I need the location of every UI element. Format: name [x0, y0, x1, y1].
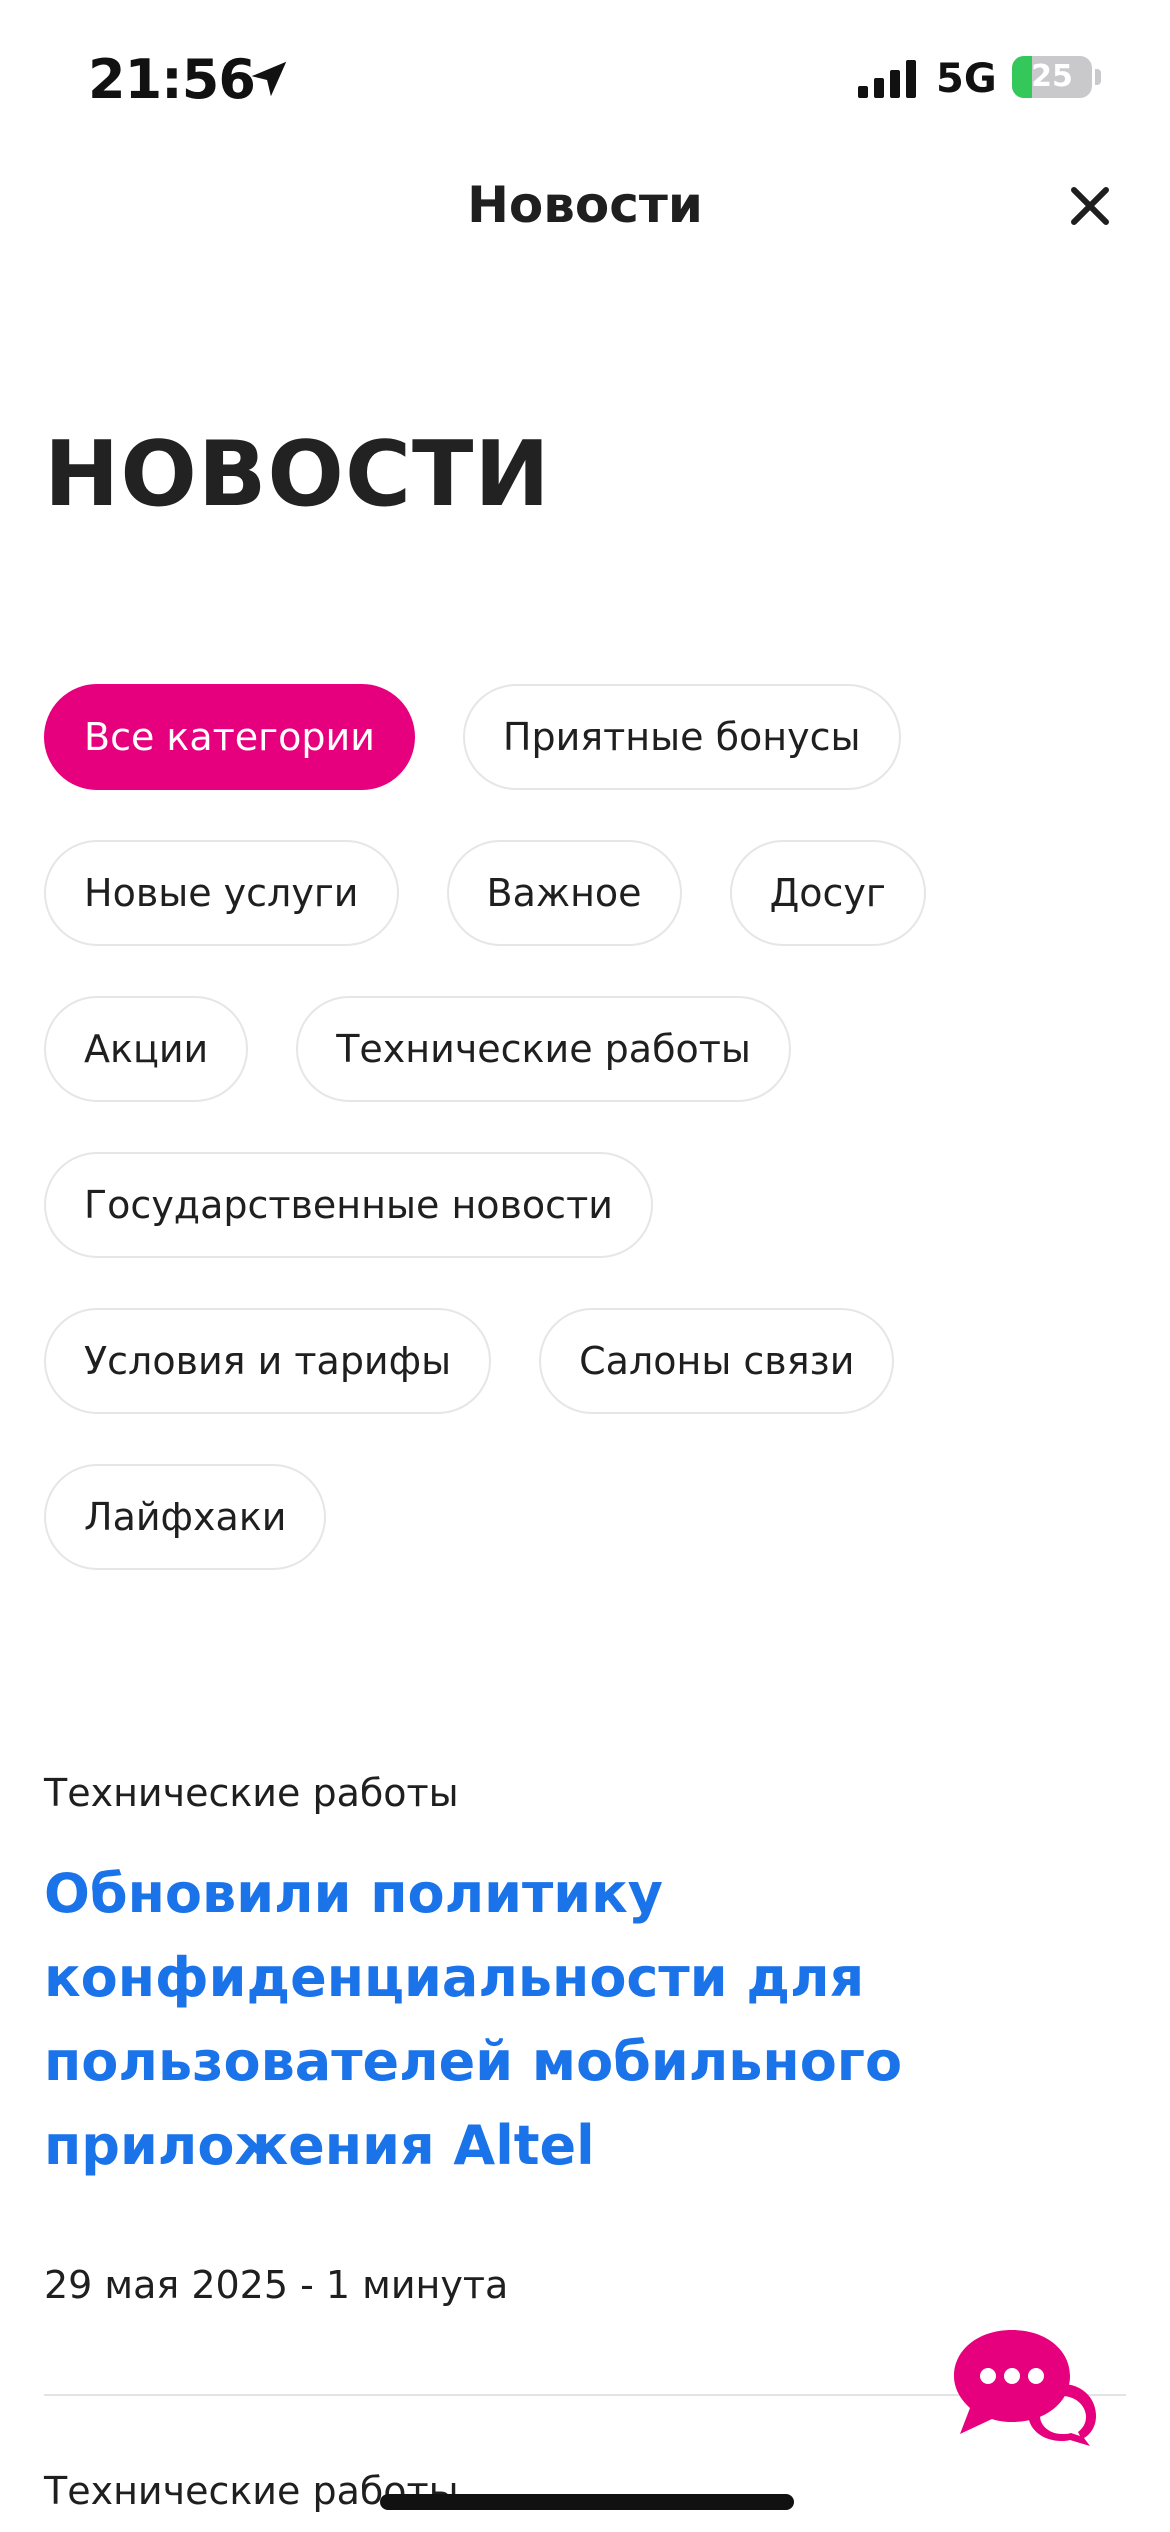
- category-filters: Все категории Приятные бонусы Новые услу…: [44, 684, 1124, 1570]
- home-indicator[interactable]: [380, 2494, 794, 2510]
- category-chip[interactable]: Условия и тарифы: [44, 1308, 492, 1414]
- news-category: Технические работы: [44, 1771, 459, 1815]
- location-arrow-icon: [251, 61, 287, 97]
- category-chip[interactable]: Все категории: [44, 684, 415, 790]
- category-chip[interactable]: Важное: [446, 840, 682, 946]
- category-chip[interactable]: Акции: [44, 996, 249, 1102]
- status-time: 21:56: [88, 48, 256, 111]
- category-chip[interactable]: Новые услуги: [44, 840, 399, 946]
- status-bar: 21:56 5G 25: [0, 0, 1170, 150]
- close-icon[interactable]: [1060, 176, 1120, 236]
- page-title: НОВОСТИ: [44, 422, 551, 527]
- chat-bubble-icon[interactable]: [950, 2326, 1100, 2446]
- battery-cap: [1095, 69, 1101, 85]
- news-title-link[interactable]: Обновили политику конфиденциальности для…: [44, 1852, 1064, 2188]
- category-chip[interactable]: Государственные новости: [44, 1152, 653, 1258]
- category-chip[interactable]: Салоны связи: [539, 1308, 895, 1414]
- network-type: 5G: [936, 56, 997, 102]
- category-chip[interactable]: Лайфхаки: [44, 1464, 327, 1570]
- battery-icon: 25: [1012, 56, 1092, 98]
- battery-percent: 25: [1031, 59, 1073, 94]
- category-chip[interactable]: Досуг: [729, 840, 926, 946]
- header-title: Новости: [467, 176, 703, 234]
- cellular-signal-icon: [858, 60, 916, 98]
- category-chip[interactable]: Технические работы: [296, 996, 791, 1102]
- news-date: 29 мая 2025 - 1 минута: [44, 2263, 509, 2307]
- category-chip[interactable]: Приятные бонусы: [462, 684, 901, 790]
